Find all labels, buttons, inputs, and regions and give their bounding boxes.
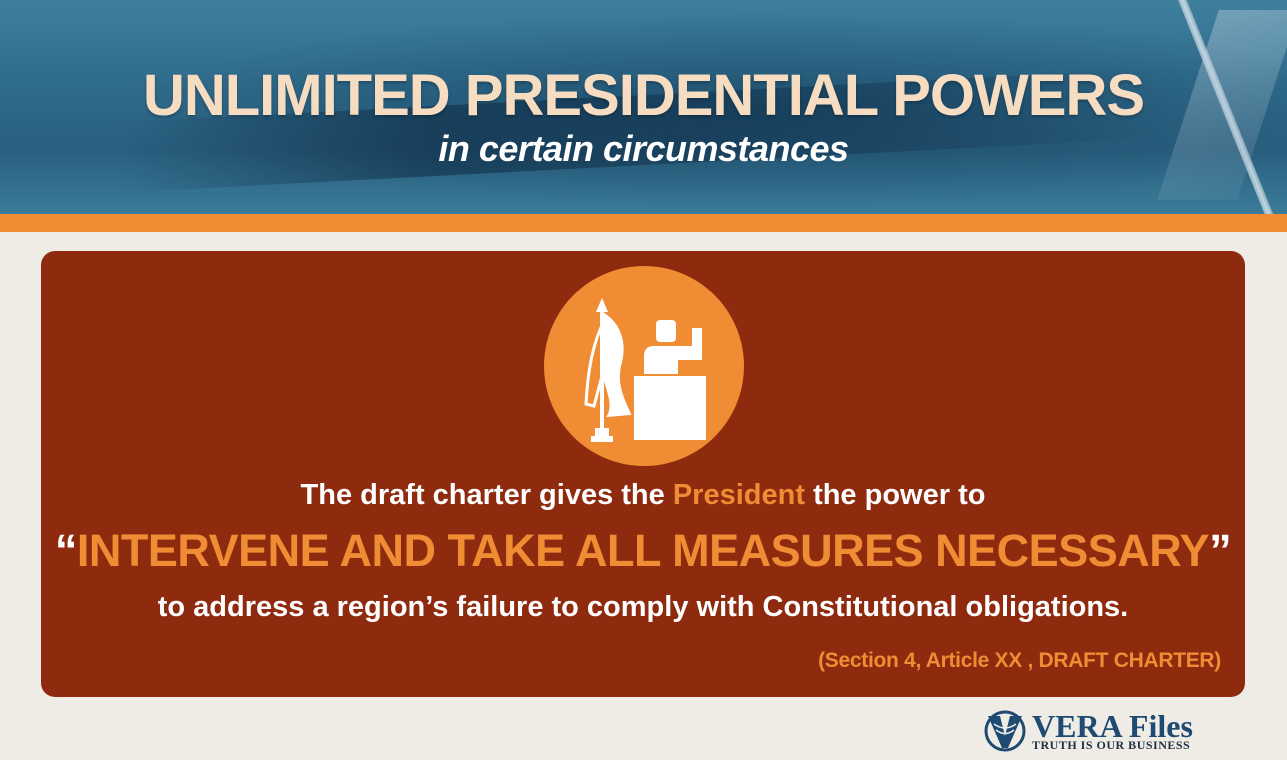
open-quote-mark: “ — [54, 525, 78, 576]
logo-tagline: TRUTH IS OUR BUSINESS — [1032, 738, 1191, 752]
statement-outro: to address a region’s failure to comply … — [157, 591, 1129, 623]
header-banner: UNLIMITED PRESIDENTIAL POWERS in certain… — [0, 0, 1287, 214]
quote-card: The draft charter gives the President th… — [41, 251, 1245, 697]
quoted-provision: “INTERVENE AND TAKE ALL MEASURES NECESSA… — [41, 525, 1245, 577]
statement-intro-after: the power to — [813, 479, 986, 511]
page-subtitle: in certain circumstances — [438, 128, 849, 169]
page-title: UNLIMITED PRESIDENTIAL POWERS — [142, 63, 1145, 128]
vera-files-emblem-icon — [984, 710, 1026, 752]
quote-text: INTERVENE AND TAKE ALL MEASURES NECESSAR… — [76, 525, 1210, 576]
statement-intro-before: The draft charter gives the — [300, 479, 665, 511]
highlight-president: President — [672, 479, 805, 511]
statement-intro: The draft charter gives the President th… — [41, 479, 1245, 512]
citation: (Section 4, Article XX , DRAFT CHARTER) — [818, 649, 1221, 672]
close-quote-mark: ” — [1209, 525, 1232, 576]
header-divider — [0, 214, 1287, 232]
vera-files-logo: VERA Files TRUTH IS OUR BUSINESS — [984, 708, 1246, 756]
president-podium-flag-icon — [544, 266, 744, 466]
